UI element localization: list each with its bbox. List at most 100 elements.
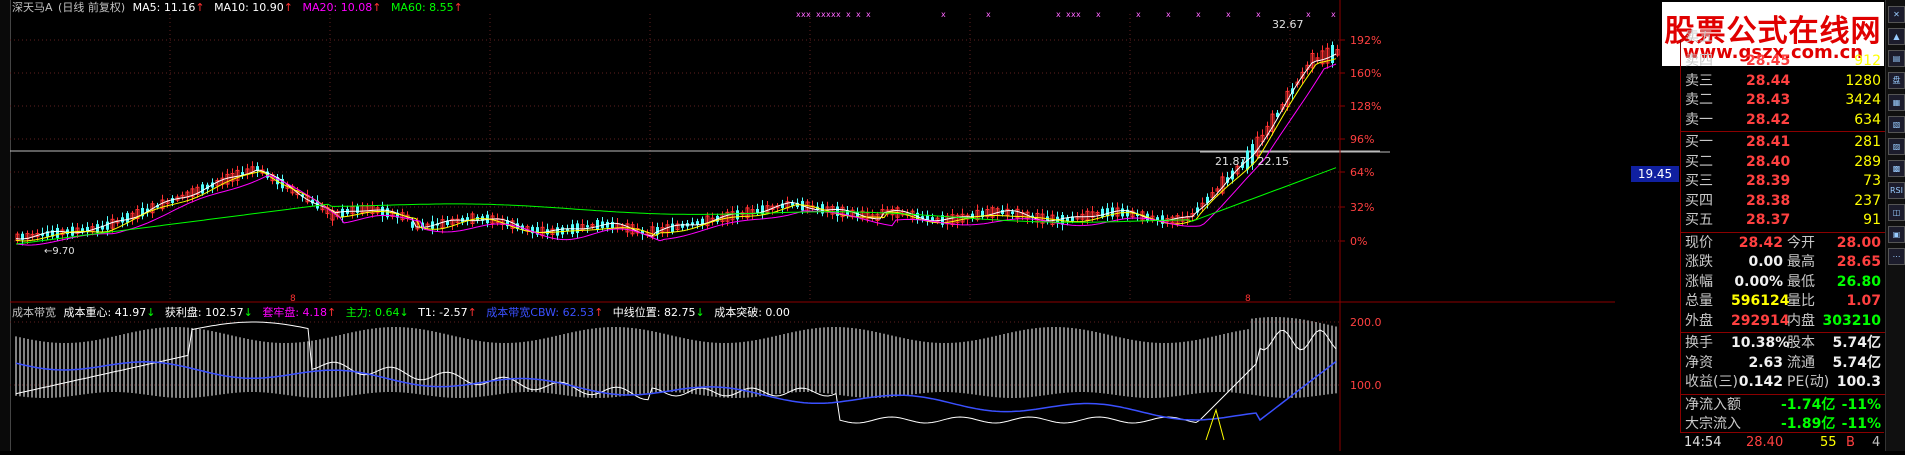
stat-row[interactable]: 换手 10.38% 股本 5.74亿: [1681, 334, 1885, 353]
ask-volume: 3424: [1845, 92, 1881, 108]
range-annotation: 21.87 - 22.15: [1215, 155, 1289, 168]
price-axis-label: 128%: [1350, 100, 1381, 113]
cbw-value: 成本带宽CBW: 62.53: [486, 305, 594, 319]
stat-label: 涨跌: [1685, 254, 1713, 270]
tick-bar[interactable]: 14:54 28.40 55 B 4: [1680, 432, 1884, 452]
toolbar-button[interactable]: ⋯: [1888, 248, 1905, 265]
stat-label: 最低: [1787, 273, 1815, 290]
candle-body: [106, 221, 109, 230]
toolbar-button[interactable]: ✕: [1888, 6, 1905, 23]
candle-body: [356, 206, 359, 213]
toolbar-button[interactable]: ▲: [1888, 28, 1905, 45]
toolbar-button[interactable]: ◫: [1888, 204, 1905, 221]
ask-label: 卖四: [1685, 53, 1713, 69]
signal-mark: x: [856, 10, 861, 19]
toolbar-button[interactable]: RSI: [1888, 182, 1905, 199]
bid-volume: 281: [1854, 134, 1881, 150]
stat-value: 5.74亿: [1832, 335, 1881, 351]
toolbar-button[interactable]: ▤: [1888, 50, 1905, 67]
signal-mark: x: [1136, 10, 1141, 19]
kline-chart[interactable]: 深天马A (日线 前复权) MA5: 11.16↑ MA10: 10.90↑ M…: [10, 0, 1615, 451]
divider: [1681, 393, 1885, 395]
ask-volume: 1280: [1845, 72, 1881, 89]
ask-label: 卖二: [1685, 92, 1713, 108]
bid-row[interactable]: 买二 28.40 289: [1681, 153, 1885, 172]
stat-label: 内盘: [1787, 312, 1815, 329]
toolbar-button[interactable]: ▦: [1888, 94, 1905, 111]
stat-row[interactable]: 外盘 292914 内盘 303210: [1681, 312, 1885, 331]
flow-label: 净流入额: [1685, 396, 1741, 413]
stat-row[interactable]: 现价 28.42 今开 28.00: [1681, 234, 1885, 253]
candle-body: [341, 208, 344, 217]
stat-value: 5.74亿: [1832, 354, 1881, 371]
stat-label: 量比: [1787, 293, 1815, 309]
bid-row[interactable]: 买五 28.37 91: [1681, 211, 1885, 230]
toolbar-button[interactable]: ▩: [1888, 160, 1905, 177]
candle-body: [696, 221, 699, 225]
toolbar-button[interactable]: ▧: [1888, 116, 1905, 133]
chart-area[interactable]: 深天马A (日线 前复权) MA5: 11.16↑ MA10: 10.90↑ M…: [10, 0, 1615, 451]
stat-row[interactable]: 收益(三) 0.142 PE(动) 100.3: [1681, 373, 1885, 392]
chart-mode: (日线 前复权): [58, 0, 125, 14]
price-axis-label: 96%: [1350, 133, 1374, 146]
signal-mark: x: [806, 10, 811, 19]
candle-body: [586, 225, 589, 228]
tick-side: B: [1846, 435, 1855, 450]
stock-title: 深天马A (日线 前复权) MA5: 11.16↑ MA10: 10.90↑ M…: [12, 0, 463, 14]
divider: [1681, 231, 1885, 233]
bid-label: 买三: [1685, 173, 1713, 189]
stat-row[interactable]: 涨幅 0.00% 最低 26.80: [1681, 273, 1885, 292]
toolbar-button[interactable]: ▣: [1888, 226, 1905, 243]
signal-mark: x: [941, 10, 946, 19]
bid-volume: 73: [1863, 173, 1881, 189]
signal-mark: x: [1056, 10, 1061, 19]
stat-value: 0.142: [1738, 374, 1783, 390]
signal-mark: x: [1256, 10, 1261, 19]
stat-row[interactable]: 总量 596124 量比 1.07: [1681, 292, 1885, 311]
bid-label: 买一: [1685, 134, 1713, 150]
bid-row[interactable]: 买四 28.38 237: [1681, 192, 1885, 211]
candle-body: [126, 213, 129, 223]
signal-mark: x: [1166, 10, 1171, 19]
tick-time: 14:54: [1684, 435, 1722, 450]
ma20-line: [15, 63, 1337, 246]
ask-price: 28.44: [1746, 72, 1791, 89]
signal-mark: x: [1096, 10, 1101, 19]
bid-price: 28.37: [1746, 212, 1791, 228]
ask-label: 卖三: [1685, 72, 1713, 89]
candle-body: [736, 210, 739, 220]
candle-body: [201, 184, 204, 194]
price-axis-label: 192%: [1350, 34, 1381, 47]
flow-row[interactable]: 净流入额 -1.74亿 -11%: [1681, 396, 1885, 415]
stat-label: 换手: [1685, 335, 1713, 351]
ask-row[interactable]: 卖一 28.42 634: [1681, 111, 1885, 130]
ask-row-5[interactable]: 卖五: [1681, 28, 1885, 47]
price-axis-label: 32%: [1350, 201, 1374, 214]
candle-body: [71, 226, 74, 236]
toolbar-button[interactable]: 盘: [1888, 72, 1905, 89]
bid-row[interactable]: 买一 28.41 281: [1681, 133, 1885, 152]
stat-label: 收益(三): [1685, 374, 1738, 390]
stat-label: 涨幅: [1685, 273, 1713, 290]
stat-value: 28.65: [1836, 254, 1881, 270]
stat-row[interactable]: 涨跌 0.00 最高 28.65: [1681, 253, 1885, 272]
candle-body: [171, 198, 174, 203]
divider: [1681, 332, 1885, 333]
signal-marks: xxxxxxxxxxxxxxxxxxxxxxxxx: [796, 10, 1336, 19]
toolbar-button[interactable]: ▨: [1888, 138, 1905, 155]
candle-body: [756, 208, 759, 213]
stat-row[interactable]: 净资 2.63 流通 5.74亿: [1681, 354, 1885, 373]
current-price-tag: 19.45: [1631, 166, 1679, 182]
ask-row[interactable]: 卖四 28.45 912: [1681, 52, 1885, 71]
ma10-label: MA10: 10.90: [214, 1, 284, 14]
ask-price: 28.43: [1746, 92, 1791, 108]
stat-label: PE(动): [1787, 374, 1830, 390]
ask-label: 卖一: [1685, 111, 1713, 128]
bid-price: 28.39: [1746, 173, 1791, 189]
ask-row[interactable]: 卖三 28.44 1280: [1681, 72, 1885, 91]
ask-row[interactable]: 卖二 28.43 3424: [1681, 91, 1885, 110]
stat-value: 292914: [1731, 312, 1790, 329]
stat-label: 股本: [1787, 335, 1815, 351]
candle-body: [56, 227, 59, 238]
bid-row[interactable]: 买三 28.39 73: [1681, 172, 1885, 191]
